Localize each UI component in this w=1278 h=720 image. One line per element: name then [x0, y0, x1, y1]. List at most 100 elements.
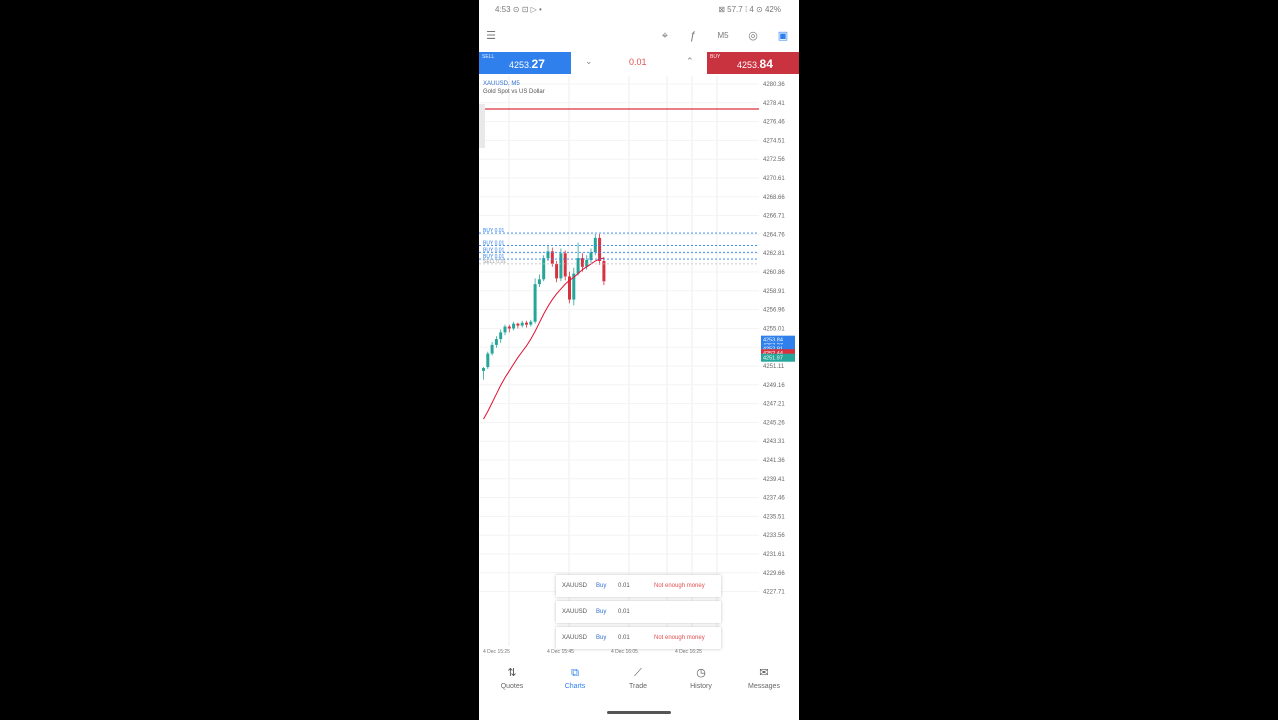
y-tick-label: 4251.11 [763, 364, 785, 370]
buy-button[interactable]: BUY 4253.84 [707, 52, 799, 74]
chart-description: Gold Spot vs US Dollar [483, 89, 545, 95]
y-tick-label: 4241.36 [763, 458, 785, 464]
chart-symbol: XAUUSD, M5 [483, 81, 520, 87]
nav-label: Charts [564, 683, 586, 690]
y-tick-label: 4247.21 [763, 402, 785, 408]
candle-body [529, 321, 533, 325]
candle-body [520, 322, 524, 326]
time-label: 4 Dec 15:45 [547, 649, 574, 655]
candle-body [598, 237, 602, 262]
y-tick-label: 4229.66 [763, 571, 785, 577]
candle-body [490, 344, 494, 354]
candle-body [555, 263, 559, 279]
time-label: 4 Dec 16:05 [611, 649, 638, 655]
y-tick-label: 4245.26 [763, 420, 785, 426]
notification-side: Buy [596, 609, 607, 615]
nav-label: Trade [628, 683, 648, 690]
y-tick-label: 4235.51 [763, 514, 785, 520]
price-tag-label: 4251.97 [763, 356, 783, 362]
y-tick-label: 4278.41 [763, 101, 785, 107]
notification-2[interactable]: XAUUSD Buy 0.01 [556, 601, 721, 623]
candle-body [507, 326, 511, 329]
y-tick-label: 4264.76 [763, 232, 785, 238]
candle-body [537, 279, 541, 285]
lot-decrease-icon[interactable]: ⌄ [585, 56, 593, 67]
y-tick-label: 4258.91 [763, 289, 785, 295]
y-tick-label: 4272.56 [763, 157, 785, 163]
nav-quotes[interactable]: ⇅ Quotes [485, 666, 539, 690]
nav-trade[interactable]: ⟋ Trade [611, 666, 665, 690]
charts-icon: ⧉ [571, 667, 579, 679]
sell-label: SELL [482, 54, 495, 60]
y-tick-label: 4270.61 [763, 176, 785, 182]
chart-toolbar: ☰ ⌖ ƒ M5 ◎ ▣ [479, 24, 799, 48]
lot-increase-icon[interactable]: ⌃ [686, 56, 694, 67]
candle-body [576, 258, 580, 274]
nav-label: Quotes [500, 683, 524, 690]
order-label: SELL 0.01 [483, 259, 506, 265]
one-click-trading-bar: SELL 4253.27 ⌄ 0.01 ⌃ BUY 4253.84 [479, 52, 799, 74]
quotes-icon: ⇅ [507, 667, 517, 679]
y-tick-label: 4239.41 [763, 477, 785, 483]
status-bar: 4:53 ⊙ ⊡ ▷ • ⊠ 57.7 ⁞ 4 ⊙ 42% [479, 0, 799, 20]
candle-body [563, 253, 567, 277]
indicator-icon[interactable]: ƒ [685, 28, 701, 44]
y-tick-label: 4231.61 [763, 552, 785, 558]
y-tick-label: 4233.56 [763, 533, 785, 539]
buy-price: 4253.84 [737, 57, 773, 71]
notification-3[interactable]: XAUUSD Buy 0.01 Not enough money [556, 627, 721, 649]
y-tick-label: 4237.46 [763, 496, 785, 502]
candle-body [499, 332, 503, 340]
phone-screen: 4:53 ⊙ ⊡ ▷ • ⊠ 57.7 ⁞ 4 ⊙ 42% ☰ ⌖ ƒ M5 ◎… [479, 0, 799, 720]
y-tick-label: 4227.71 [763, 590, 785, 596]
notification-side: Buy [596, 635, 607, 641]
scroll-indicator [479, 104, 485, 148]
timeframe-button[interactable]: M5 [715, 28, 731, 44]
status-left: 4:53 ⊙ ⊡ ▷ • [495, 5, 542, 14]
crosshair-icon[interactable]: ⌖ [657, 28, 673, 44]
time-label: 4 Dec 15:25 [483, 649, 510, 655]
order-label: BUY 0.01 [483, 247, 505, 253]
candle-body [486, 353, 490, 368]
order-icon[interactable]: ▣ [775, 28, 791, 44]
notification-1[interactable]: XAUUSD Buy 0.01 Not enough money [556, 575, 721, 597]
y-tick-label: 4280.36 [763, 82, 785, 88]
y-tick-label: 4262.81 [763, 251, 785, 257]
candle-body [503, 326, 507, 333]
nav-label: History [690, 683, 712, 690]
candle-body [494, 339, 498, 345]
price-chart[interactable]: 4280.36 4278.41 4276.46 4274.51 4272.56 4270.… [479, 76, 799, 660]
messages-icon: ✉ [759, 667, 769, 679]
nav-charts[interactable]: ⧉ Charts [548, 666, 602, 690]
candle-body [593, 237, 597, 253]
y-tick-label: 4243.31 [763, 439, 785, 445]
notification-message: Not enough money [654, 635, 705, 641]
home-indicator[interactable] [607, 711, 671, 714]
nav-label: Messages [748, 683, 780, 690]
buy-label: BUY [710, 54, 721, 60]
sell-button[interactable]: SELL 4253.27 [479, 52, 571, 74]
notification-symbol: XAUUSD [562, 609, 588, 615]
notification-volume: 0.01 [618, 583, 630, 589]
notification-volume: 0.01 [618, 609, 630, 615]
time-label: 4 Dec 16:25 [675, 649, 702, 655]
objects-icon[interactable]: ◎ [745, 28, 761, 44]
notification-side: Buy [596, 583, 607, 589]
notification-symbol: XAUUSD [562, 583, 588, 589]
notification-volume: 0.01 [618, 635, 630, 641]
history-icon: ◷ [696, 667, 706, 679]
lot-size-value[interactable]: 0.01 [629, 57, 647, 67]
nav-history[interactable]: ◷ History [674, 666, 728, 690]
y-tick-label: 4276.46 [763, 120, 785, 126]
menu-icon[interactable]: ☰ [483, 28, 499, 44]
order-label: BUY 0.01 [483, 228, 505, 234]
trade-icon: ⟋ [634, 667, 642, 679]
y-tick-label: 4256.96 [763, 308, 785, 314]
nav-messages[interactable]: ✉ Messages [737, 666, 791, 690]
candle-body [516, 323, 520, 326]
y-tick-label: 4266.71 [763, 214, 785, 220]
chart-canvas[interactable]: 4280.36 4278.41 4276.46 4274.51 4272.56 4270.… [479, 76, 799, 660]
candle-body [482, 368, 485, 371]
notification-message: Not enough money [654, 583, 705, 589]
candle-body [559, 253, 563, 279]
